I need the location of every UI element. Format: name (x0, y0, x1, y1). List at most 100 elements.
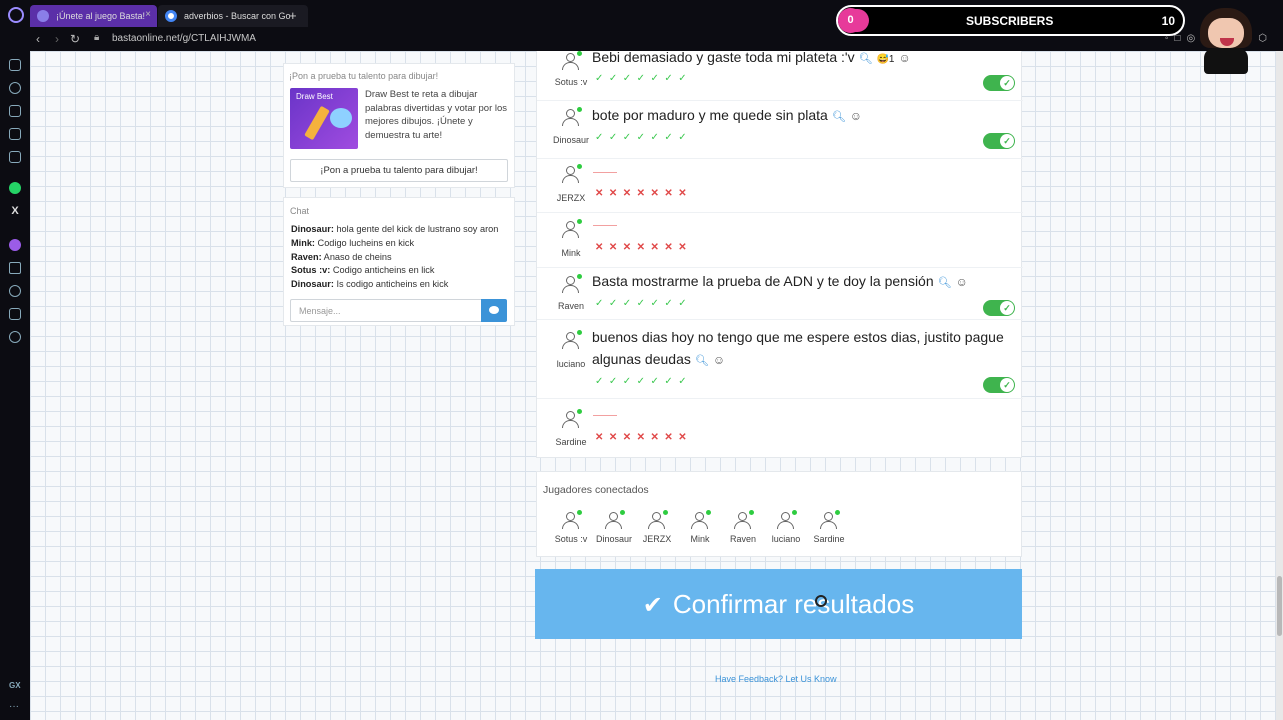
results-panel: Sotus :v Bebi demasiado y gaste toda mi … (536, 51, 1023, 458)
chat-message: Sotus :v: Codigo anticheins en lick (291, 264, 513, 278)
user-avatar-icon (686, 510, 714, 532)
reload-icon[interactable]: ↻ (70, 32, 80, 46)
answer-text: Basta mostrarme la prueba de ADN y te do… (592, 273, 934, 289)
extensions-icon[interactable] (9, 308, 21, 320)
players-title: Jugadores conectados (543, 484, 649, 496)
chat-text: Is codigo anticheins en kick (333, 279, 449, 290)
draw-best-logo-text: Draw Best (296, 92, 333, 101)
reaction-badge[interactable]: 😅1 (876, 54, 894, 65)
cross-marks: ✕✕✕✕✕✕✕ (595, 188, 693, 199)
whatsapp-icon[interactable] (9, 182, 21, 194)
user-avatar-icon (815, 510, 843, 532)
result-row: Sotus :v Bebi demasiado y gaste toda mi … (537, 51, 1023, 101)
magnifier-icon[interactable]: 🔍︎ (832, 111, 846, 123)
connected-players-panel: Jugadores conectados Sotus :v Dinosaur J… (536, 471, 1022, 557)
check-icon: ✓ (1000, 378, 1014, 392)
chat-text: Anaso de cheins (321, 251, 392, 262)
twitch-icon[interactable] (9, 239, 21, 251)
tab-basta[interactable]: ¡Únete al juego Basta! × (30, 5, 157, 27)
x-twitter-icon[interactable]: X (9, 205, 21, 217)
more-dots-icon[interactable]: ··· (9, 701, 21, 713)
answer-text: Bebi demasiado y gaste toda mi plateta :… (592, 51, 855, 65)
promo-card: ¡Pon a prueba tu talento para dibujar! D… (283, 63, 515, 188)
user-avatar-icon (729, 510, 757, 532)
promo-button[interactable]: ¡Pon a prueba tu talento para dibujar! (290, 159, 508, 182)
valid-toggle[interactable]: ✓ (983, 300, 1015, 316)
check-icon: ✓ (1000, 134, 1014, 148)
valid-toggle[interactable]: ✓ (983, 133, 1015, 149)
chat-message: Dinosaur: hola gente del kick de lustran… (291, 223, 513, 237)
draw-best-image[interactable]: Draw Best (290, 88, 358, 149)
chat-user: Sotus :v: (291, 265, 331, 276)
opera-logo-icon[interactable] (8, 7, 24, 23)
smiley-icon[interactable]: ☺ (956, 275, 968, 289)
player-chip[interactable]: JERZX (635, 508, 679, 552)
new-tab-plus-icon[interactable]: + (289, 8, 297, 23)
page-scrollbar[interactable] (1276, 51, 1283, 720)
check-icon: ✓ (1000, 301, 1014, 315)
valid-toggle[interactable]: ✓ (983, 377, 1015, 393)
answer-text: buenos dias hoy no tengo que me espere e… (592, 329, 1004, 345)
magnifier-icon[interactable]: 🔍︎ (938, 277, 952, 289)
smiley-icon[interactable]: ☺ (850, 109, 862, 123)
chat-send-button[interactable] (481, 299, 507, 322)
player-chip[interactable]: Dinosaur (592, 508, 636, 552)
history-icon[interactable] (9, 285, 21, 297)
url-field[interactable]: bastaonline.net/g/CTLAIHJWMA (112, 33, 256, 44)
magnifier-icon[interactable]: 🔍︎ (859, 53, 873, 65)
chat-text: Codigo lucheins en kick (315, 237, 415, 248)
chat-user: Raven: (291, 251, 322, 262)
paint-blob-icon (330, 108, 352, 128)
smiley-icon[interactable]: ☺ (713, 353, 725, 367)
player-chip[interactable]: Raven (721, 508, 765, 552)
workspace-icon[interactable] (9, 59, 21, 71)
gaming-icon[interactable] (9, 128, 21, 140)
answer-text: bote por maduro y me quede sin plata (592, 107, 828, 123)
feedback-link[interactable]: Have Feedback? Let Us Know (715, 674, 837, 684)
player-chip[interactable]: Sardine (807, 508, 851, 552)
chat-user: Dinosaur: (291, 279, 334, 290)
result-row: Sardine ✕✕✕✕✕✕✕ (537, 399, 1023, 457)
settings-gear-icon[interactable] (9, 331, 21, 343)
promo-title: ¡Pon a prueba tu talento para dibujar! (289, 71, 439, 81)
tab-label: ¡Únete al juego Basta! (56, 11, 146, 21)
subscribers-label: SUBSCRIBERS (966, 14, 1054, 28)
check-icon: ✔ (642, 592, 663, 619)
aria-icon[interactable] (9, 82, 21, 94)
player-chip[interactable]: Mink (678, 508, 722, 552)
chat-title: Chat (290, 206, 310, 216)
player-chip[interactable]: Sotus :v (549, 508, 593, 552)
result-row: Mink ✕✕✕✕✕✕✕ (537, 213, 1023, 268)
result-row: Dinosaur bote por maduro y me quede sin … (537, 101, 1023, 159)
player-chip[interactable]: luciano (764, 508, 808, 552)
chat-text: hola gente del kick de lustrano soy aron (333, 224, 499, 234)
bag-icon[interactable] (9, 105, 21, 117)
subscribers-overlay: 0 SUBSCRIBERS 10 (836, 5, 1185, 36)
valid-toggle[interactable]: ✓ (983, 75, 1015, 91)
scroll-thumb[interactable] (1277, 576, 1282, 636)
chat-text: Codigo anticheins en lick (330, 265, 435, 276)
chat-message-input[interactable]: Mensaje... (290, 299, 482, 322)
chat-message: Mink: Codigo lucheins en kick (291, 237, 513, 251)
confirm-results-button[interactable]: ✔ Confirmar resultados (535, 569, 1022, 639)
magnifier-icon[interactable]: 🔍︎ (695, 355, 709, 367)
forward-arrow-icon[interactable]: › (55, 32, 59, 46)
back-arrow-icon[interactable]: ‹ (36, 32, 40, 46)
tab-google-search[interactable]: adverbios - Buscar con Go (158, 5, 308, 27)
chat-user: Dinosaur: (291, 224, 334, 234)
result-answer: Basta mostrarme la prueba de ADN y te do… (592, 270, 968, 294)
streamer-mascot-image (1198, 8, 1256, 74)
subscribers-goal: 10 (1161, 14, 1175, 28)
player-icon[interactable] (9, 151, 21, 163)
result-row: JERZX ✕✕✕✕✕✕✕ (537, 159, 1023, 213)
chat-message: Raven: Anaso de cheins (291, 251, 513, 265)
result-row: Raven Basta mostrarme la prueba de ADN y… (537, 268, 1023, 320)
smiley-icon[interactable]: ☺ (898, 51, 910, 65)
pin-icon[interactable] (9, 262, 21, 274)
gx-icon[interactable]: GX (9, 681, 21, 693)
empty-answer-line (593, 225, 617, 226)
close-tab-icon[interactable]: × (145, 9, 151, 20)
cross-marks: ✕✕✕✕✕✕✕ (595, 242, 693, 253)
result-answer: Bebi demasiado y gaste toda mi plateta :… (592, 51, 911, 71)
check-marks: ✓✓✓✓✓✓✓ (595, 298, 693, 309)
